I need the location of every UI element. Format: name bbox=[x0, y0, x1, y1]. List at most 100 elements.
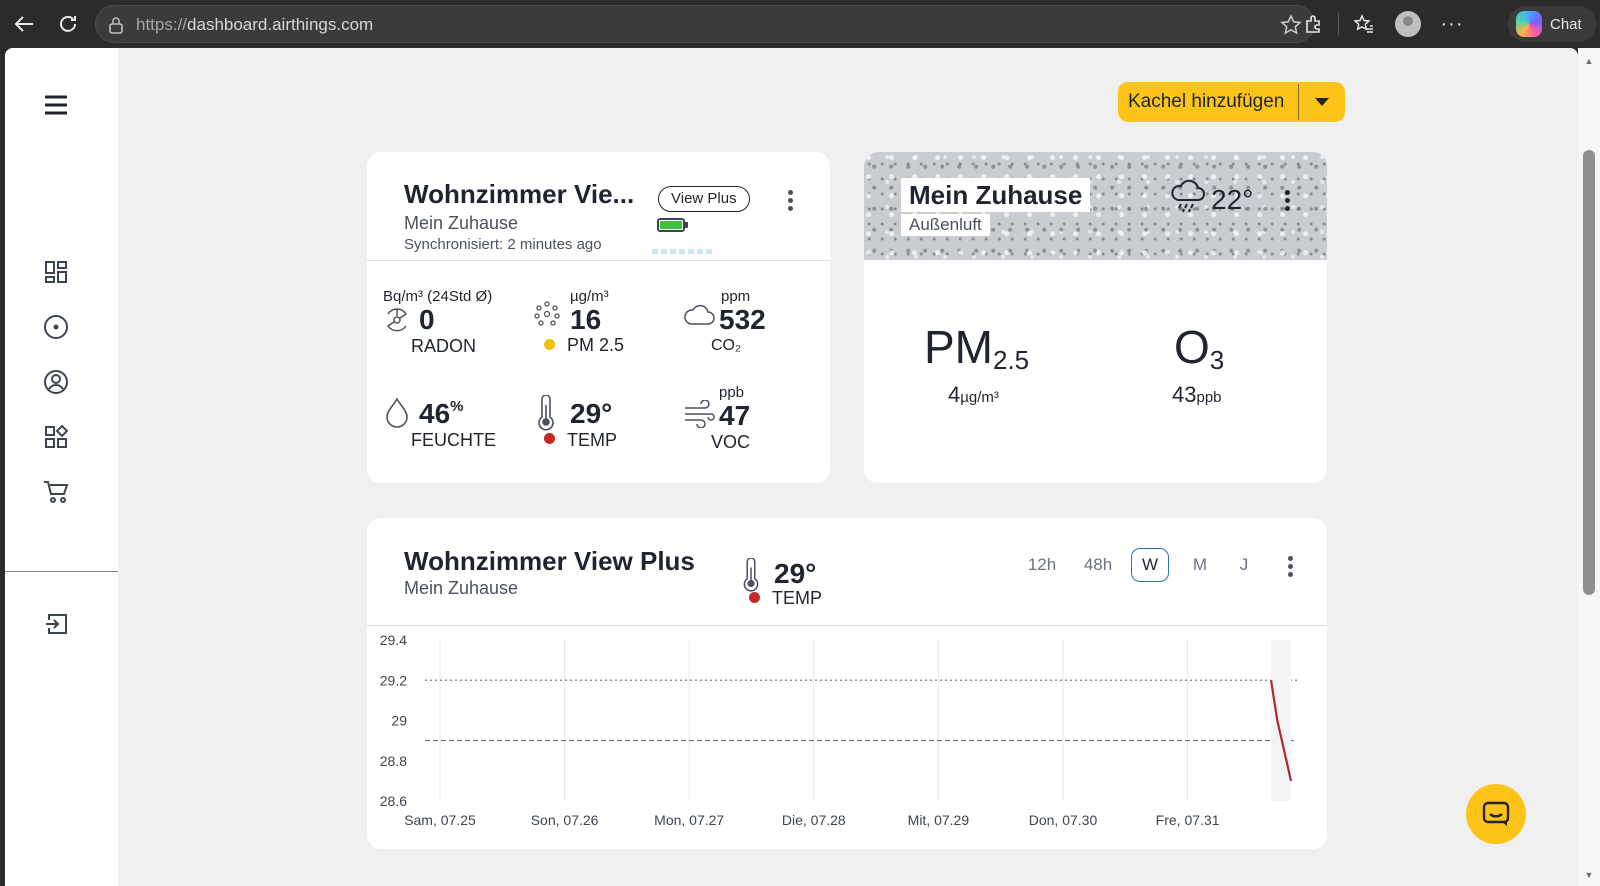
rain-cloud-icon bbox=[1169, 178, 1207, 221]
profile-avatar[interactable] bbox=[1390, 6, 1426, 42]
chart-highlight-band bbox=[1271, 640, 1292, 801]
outdoor-weather: 22° bbox=[1169, 178, 1253, 221]
dashboard-icon[interactable] bbox=[43, 259, 69, 285]
chart-card-title: Wohnzimmer View Plus bbox=[404, 546, 695, 576]
help-chat-button[interactable] bbox=[1466, 784, 1526, 844]
chat-bubble-icon bbox=[1482, 801, 1510, 826]
url-domain: dashboard.airthings.com bbox=[187, 15, 374, 34]
device-location: Mein Zuhause bbox=[404, 213, 519, 233]
chart-y-tick-label: 28.8 bbox=[380, 753, 407, 769]
o3-unit: ppb bbox=[1196, 389, 1222, 406]
temp-status-dot bbox=[544, 433, 555, 444]
chart-y-tick-label: 29.2 bbox=[380, 672, 407, 688]
scrollbar-thumb[interactable] bbox=[1583, 150, 1595, 595]
o3-label-sub: 3 bbox=[1209, 345, 1225, 375]
back-icon[interactable] bbox=[6, 6, 42, 42]
battery-icon bbox=[657, 218, 688, 232]
pm-label-sub: 2.5 bbox=[993, 345, 1030, 375]
range-48h-button[interactable]: 48h bbox=[1078, 548, 1118, 582]
chart-metric-status-dot bbox=[749, 592, 760, 603]
chart-card-menu-icon[interactable] bbox=[1287, 556, 1293, 577]
favorites-icon[interactable] bbox=[1346, 6, 1382, 42]
model-badge: View Plus bbox=[658, 186, 750, 212]
pm25-value: 16 bbox=[570, 304, 602, 335]
chart-metric-value: 29° bbox=[774, 558, 817, 589]
caret-down-icon[interactable] bbox=[1299, 98, 1345, 106]
sidebar-divider bbox=[5, 571, 118, 572]
particles-icon bbox=[533, 300, 561, 333]
pm25-label: PM 2.5 bbox=[567, 335, 625, 355]
signal-strength-icon bbox=[652, 249, 712, 254]
outdoor-card-menu-icon[interactable] bbox=[1284, 190, 1290, 211]
device-title: Wohnzimmer Vie... bbox=[404, 179, 635, 209]
droplet-icon bbox=[384, 397, 410, 434]
chart-x-tick-label: Fre, 07.31 bbox=[1156, 812, 1220, 828]
co2-label: CO₂ bbox=[711, 337, 742, 354]
chat-label: Chat bbox=[1550, 15, 1582, 33]
cloud-icon bbox=[683, 302, 715, 333]
thermometer-icon bbox=[537, 394, 555, 436]
outdoor-title: Mein Zuhause bbox=[901, 178, 1091, 212]
chart-y-tick-label: 28.6 bbox=[380, 793, 407, 809]
scroll-up-icon[interactable]: ▲ bbox=[1583, 56, 1595, 66]
hamburger-menu-icon[interactable] bbox=[43, 92, 69, 118]
range-12h-button[interactable]: 12h bbox=[1024, 548, 1060, 582]
extensions-icon[interactable] bbox=[1296, 6, 1332, 42]
o3-reading: 43ppb bbox=[1172, 382, 1222, 408]
chart-card[interactable]: Wohnzimmer View Plus Mein Zuhause 29° TE… bbox=[367, 518, 1327, 849]
radon-unit: Bq/m³ (24Std Ø) bbox=[383, 288, 493, 305]
pm-label: PM2.5 bbox=[924, 320, 1029, 376]
pm-reading: 4µg/m³ bbox=[948, 382, 999, 408]
logout-icon[interactable] bbox=[43, 611, 69, 637]
chart-x-tick-label: Die, 07.28 bbox=[782, 812, 846, 828]
avatar-icon bbox=[1395, 11, 1421, 37]
card-divider bbox=[367, 260, 830, 261]
voc-unit: ppb bbox=[719, 384, 745, 401]
chart-metric-label: TEMP bbox=[772, 588, 823, 608]
copilot-chat-button[interactable]: Chat bbox=[1508, 6, 1596, 42]
account-icon[interactable] bbox=[43, 369, 69, 395]
reload-icon[interactable] bbox=[50, 6, 86, 42]
range-week-button[interactable]: W bbox=[1131, 548, 1169, 582]
device-card-menu-icon[interactable] bbox=[787, 190, 793, 211]
pm25-status-dot bbox=[544, 339, 555, 350]
o3-value: 43 bbox=[1172, 382, 1197, 407]
url-prefix: https:// bbox=[136, 15, 188, 34]
radiation-icon bbox=[383, 306, 411, 339]
thermometer-icon bbox=[742, 557, 760, 597]
co2-value: 532 bbox=[719, 304, 766, 335]
temp-value: 29° bbox=[570, 398, 613, 429]
radon-label: RADON bbox=[411, 336, 477, 356]
more-menu-icon[interactable]: ··· bbox=[1434, 6, 1470, 42]
radon-value: 0 bbox=[419, 304, 435, 335]
humidity-label: FEUCHTE bbox=[411, 430, 496, 450]
temperature-chart[interactable]: 29.4 29.2 29 28.8 28.6 Sam, 07.25 Son, 07.26 M… bbox=[367, 626, 1327, 849]
humidity-suffix: % bbox=[450, 398, 464, 415]
chart-x-tick-label: Mon, 07.27 bbox=[654, 812, 724, 828]
chart-x-tick-label: Son, 07.26 bbox=[531, 812, 599, 828]
browser-toolbar: https://dashboard.airthings.com ··· Chat bbox=[0, 0, 1600, 48]
add-tile-label: Kachel hinzufügen bbox=[1128, 91, 1285, 112]
chart-x-tick-label: Sam, 07.25 bbox=[404, 812, 476, 828]
device-card[interactable]: Wohnzimmer Vie... Mein Zuhause Synchroni… bbox=[367, 152, 830, 483]
add-tile-button[interactable]: Kachel hinzufügen bbox=[1118, 82, 1345, 122]
scroll-down-icon[interactable]: ▼ bbox=[1583, 870, 1595, 880]
range-month-button[interactable]: M bbox=[1185, 548, 1215, 582]
split-divider bbox=[1298, 84, 1299, 120]
pm-unit: µg/m³ bbox=[960, 389, 999, 406]
chart-y-tick-label: 29 bbox=[391, 713, 407, 729]
voc-label: VOC bbox=[711, 432, 751, 452]
toolbar-separator bbox=[1338, 13, 1339, 35]
pm25-unit: µg/m³ bbox=[570, 288, 609, 305]
lock-icon bbox=[108, 16, 124, 39]
integrations-icon[interactable] bbox=[43, 424, 69, 450]
range-year-button[interactable]: J bbox=[1231, 548, 1257, 582]
o3-label-text: O bbox=[1174, 321, 1210, 373]
address-bar[interactable]: https://dashboard.airthings.com bbox=[95, 5, 1315, 43]
devices-icon[interactable] bbox=[43, 314, 69, 340]
shop-cart-icon[interactable] bbox=[43, 479, 69, 505]
chart-y-tick-label: 29.4 bbox=[380, 632, 407, 648]
wind-icon bbox=[683, 399, 715, 433]
outdoor-card[interactable]: Mein Zuhause Außenluft 22° PM2.5 4µg/m³ … bbox=[864, 152, 1327, 483]
outdoor-subtitle: Außenluft bbox=[901, 214, 990, 236]
